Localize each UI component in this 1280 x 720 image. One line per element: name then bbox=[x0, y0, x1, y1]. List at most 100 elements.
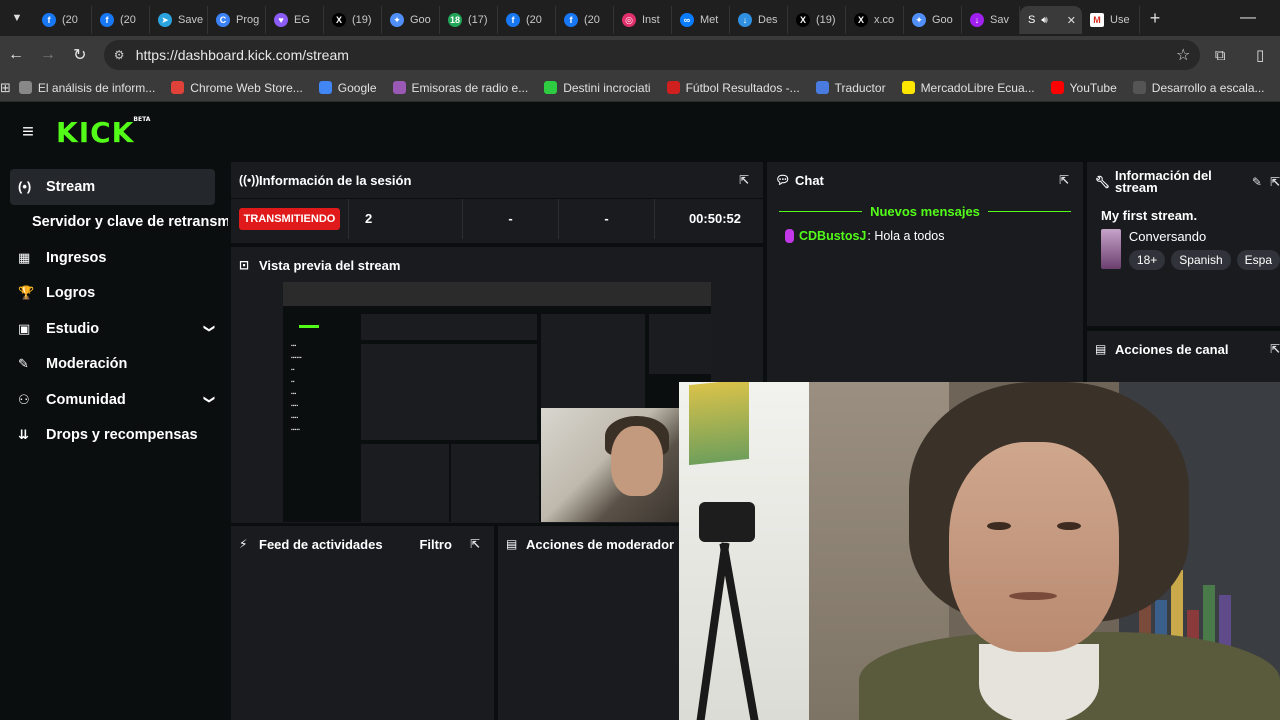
browser-tab[interactable]: C Prog bbox=[208, 6, 266, 34]
c-logo-icon: C bbox=[216, 13, 230, 27]
chevron-down-icon[interactable]: ❯ bbox=[203, 395, 216, 404]
back-button[interactable]: ← bbox=[0, 46, 32, 64]
tab-gmail[interactable]: M Use bbox=[1082, 6, 1140, 34]
browser-tab-bar: ▼ f (20 f (20 ➤ Save C Prog ♥ EG X (19) ✦ Goo 18 (17) f (… bbox=[0, 0, 1280, 36]
preview-mini-panel bbox=[649, 314, 711, 374]
chat-bubble-icon: 💬︎ bbox=[775, 173, 791, 187]
browser-tab[interactable]: 18 (17) bbox=[440, 6, 498, 34]
popout-icon[interactable]: ⇱ bbox=[1270, 176, 1280, 188]
sidebar-item-ingresos[interactable]: ▦ Ingresos bbox=[10, 240, 228, 276]
close-tab-icon[interactable]: ✕ bbox=[1067, 14, 1076, 27]
browser-tab[interactable]: X (19) bbox=[788, 6, 846, 34]
sidebar-item-label: Stream bbox=[46, 178, 96, 195]
beta-badge: BETA bbox=[133, 115, 151, 123]
popout-icon[interactable]: ⇱ bbox=[1059, 173, 1069, 187]
url-text[interactable]: https://dashboard.kick.com/stream bbox=[136, 47, 349, 63]
sidebar-item-stream[interactable]: (•) Stream bbox=[10, 169, 215, 205]
browser-tab[interactable]: ↓ Des bbox=[730, 6, 788, 34]
telegram-icon: ➤ bbox=[158, 13, 172, 27]
browser-tab[interactable]: ◎ Inst bbox=[614, 6, 672, 34]
new-messages-label: Nuevos mensajes bbox=[870, 204, 980, 219]
webcam-eye bbox=[1057, 522, 1081, 530]
chat-message[interactable]: CDBustosJ : Hola a todos bbox=[767, 225, 1083, 247]
bookmark-item[interactable]: YouTube bbox=[1043, 81, 1125, 95]
popout-icon[interactable]: ⇱ bbox=[739, 173, 749, 187]
bookmark-favicon-icon bbox=[815, 81, 829, 94]
sidebar-item-label: Estudio bbox=[46, 320, 100, 337]
hamburger-menu-icon[interactable]: ≡ bbox=[0, 121, 56, 144]
browser-tab[interactable]: ✦ Goo bbox=[382, 6, 440, 34]
browser-tab[interactable]: ↓ Sav bbox=[962, 6, 1020, 34]
browser-tab[interactable]: f (20 bbox=[34, 6, 92, 34]
bookmark-item[interactable]: MercadoLibre Ecua... bbox=[894, 81, 1043, 95]
chat-username[interactable]: CDBustosJ bbox=[799, 229, 866, 243]
channel-actions-header: ▤ Acciones de canal ⇱ bbox=[1087, 331, 1280, 367]
bookmark-item[interactable]: Destini incrociati bbox=[536, 81, 658, 95]
stream-preview-video[interactable]: ▬▬ ▪▪▪ ▪▪▪▪▪▪ ▪▪ ▪▪ ▪▪▪ ▪▪▪▪ ▪▪▪▪ ▪▪▪▪▪ bbox=[283, 282, 711, 522]
sidebar-item-servidor[interactable]: Servidor y clave de retransmisión bbox=[10, 205, 228, 241]
sidebar-item-moderación[interactable]: ✎ Moderación bbox=[10, 347, 228, 383]
popout-icon[interactable]: ⇱ bbox=[1270, 342, 1280, 356]
sidebar-item-drops[interactable]: ⇊ Drops y recompensas bbox=[10, 418, 228, 454]
side-panel-icon[interactable]: ▯ bbox=[1240, 46, 1280, 64]
stream-tag[interactable]: Espa bbox=[1236, 250, 1280, 270]
bookmark-item[interactable]: Fútbol Resultados -... bbox=[659, 81, 808, 95]
bookmarks-overflow-button[interactable]: » bbox=[1273, 81, 1280, 95]
browser-tab[interactable]: ✦ Goo bbox=[904, 6, 962, 34]
site-info-icon[interactable]: ⚙ bbox=[114, 48, 136, 62]
bookmark-item[interactable]: Emisoras de radio e... bbox=[385, 81, 537, 95]
bookmark-star-icon[interactable]: ☆ bbox=[1176, 45, 1190, 65]
new-tab-button[interactable]: + bbox=[1140, 8, 1170, 29]
bookmark-favicon-icon bbox=[1050, 81, 1064, 94]
bookmark-item[interactable]: El análisis de inform... bbox=[11, 81, 163, 95]
bookmark-item[interactable]: Traductor bbox=[808, 81, 894, 95]
browser-tab[interactable]: ♥ EG bbox=[266, 6, 324, 34]
bookmark-favicon-icon bbox=[1132, 81, 1146, 94]
sidebar-item-comunidad[interactable]: ⚇ Comunidad ❯ bbox=[10, 382, 228, 418]
browser-tab[interactable]: ∞ Met bbox=[672, 6, 730, 34]
category-name[interactable]: Conversando bbox=[1129, 229, 1280, 244]
extensions-icon[interactable]: ⧉ bbox=[1200, 47, 1240, 64]
edit-pencil-icon[interactable]: ✎ bbox=[1252, 176, 1262, 188]
browser-tab[interactable]: ➤ Save bbox=[150, 6, 208, 34]
chevron-down-icon[interactable]: ❯ bbox=[203, 324, 216, 333]
category-thumbnail[interactable] bbox=[1101, 229, 1121, 269]
browser-tab[interactable]: X (19) bbox=[324, 6, 382, 34]
stream-tag[interactable]: Spanish bbox=[1171, 250, 1231, 270]
sidebar-item-logros[interactable]: 🏆 Logros bbox=[10, 276, 228, 312]
reload-button[interactable]: ↻ bbox=[64, 45, 96, 65]
filter-button[interactable]: Filtro bbox=[419, 537, 452, 552]
bookmark-label: Chrome Web Store... bbox=[190, 80, 303, 95]
tab-active[interactable]: S 🔊︎ ✕ bbox=[1020, 6, 1082, 34]
tab-title: Met bbox=[700, 14, 719, 26]
bookmark-favicon-icon bbox=[544, 81, 558, 94]
channel-actions-title: Acciones de canal bbox=[1115, 341, 1229, 357]
browser-tab[interactable]: f (20 bbox=[498, 6, 556, 34]
tab-title: Goo bbox=[410, 14, 431, 26]
category-details: Conversando 18+ Spanish Espa bbox=[1128, 229, 1280, 270]
chat-title: Chat bbox=[795, 172, 824, 188]
x-logo-icon: X bbox=[332, 13, 346, 27]
browser-tab[interactable]: Xx.co bbox=[846, 6, 904, 34]
chat-text: : Hola a todos bbox=[867, 229, 945, 243]
omnibox[interactable]: ⚙ https://dashboard.kick.com/stream ☆ bbox=[103, 40, 1201, 70]
stream-tag[interactable]: 18+ bbox=[1128, 250, 1166, 270]
session-info-panel: ((•)) Información de la sesión ⇱ TRANSMI… bbox=[231, 162, 763, 243]
webcam-eye bbox=[987, 522, 1011, 530]
heart-shield-icon: ♥ bbox=[274, 13, 288, 27]
bookmark-item[interactable]: Chrome Web Store... bbox=[163, 81, 311, 95]
bookmark-item[interactable]: Desarrollo a escala... bbox=[1125, 81, 1273, 95]
forward-button[interactable]: → bbox=[32, 46, 64, 64]
minimize-window-button[interactable]: — bbox=[1216, 9, 1280, 27]
kick-logo[interactable]: KICK BETA bbox=[56, 116, 150, 149]
tab-search-chevron-icon[interactable]: ▼ bbox=[0, 0, 34, 36]
sidebar-item-estudio[interactable]: ▣ Estudio ❯ bbox=[10, 311, 228, 347]
popout-icon[interactable]: ⇱ bbox=[470, 537, 480, 551]
activity-feed-title: Feed de actividades bbox=[259, 536, 383, 552]
browser-tab[interactable]: f (20 bbox=[556, 6, 614, 34]
uptime: 00:50:52 bbox=[688, 211, 741, 226]
bookmark-item[interactable]: Google bbox=[311, 81, 385, 95]
x-logo-icon: X bbox=[854, 13, 868, 27]
apps-grid-icon[interactable]: ⊞ bbox=[0, 80, 11, 96]
browser-tab[interactable]: f (20 bbox=[92, 6, 150, 34]
